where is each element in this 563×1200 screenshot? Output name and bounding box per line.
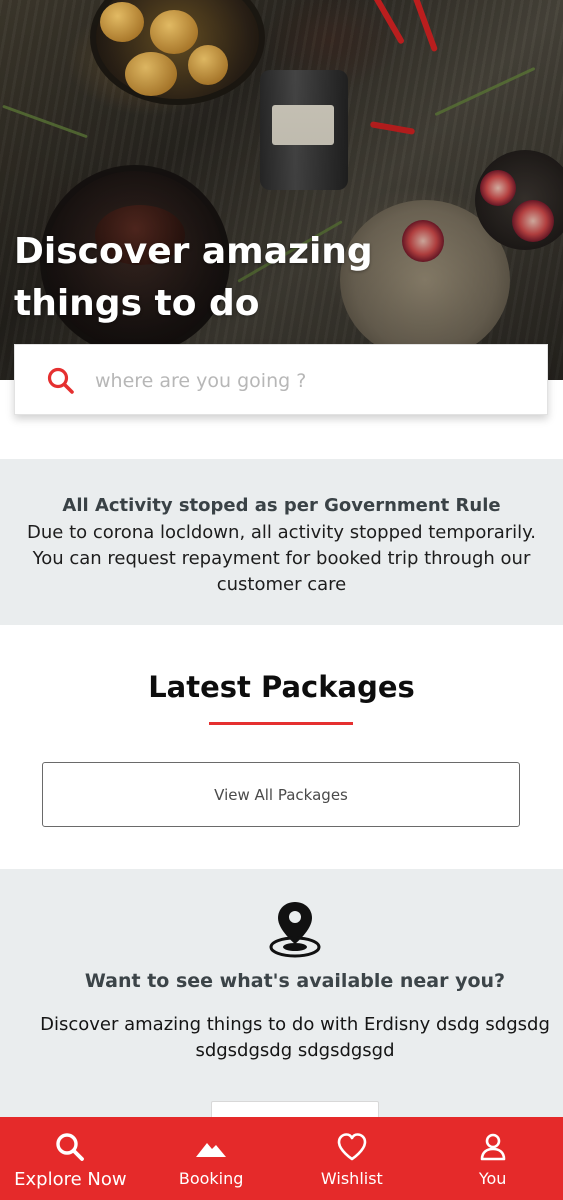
user-icon — [477, 1131, 509, 1163]
latest-packages-title: Latest Packages — [148, 670, 415, 704]
view-all-packages-button[interactable]: View All Packages — [42, 762, 520, 827]
nav-booking[interactable]: Booking — [141, 1117, 282, 1200]
explore-screen: Discover amazing things to do All Activi… — [0, 0, 563, 1200]
title-underline — [209, 722, 353, 725]
notice-title: All Activity stoped as per Government Ru… — [62, 495, 501, 516]
nav-explore-now[interactable]: Explore Now — [0, 1117, 141, 1200]
nav-you[interactable]: You — [422, 1117, 563, 1200]
nav-label: Explore Now — [14, 1169, 127, 1190]
search-icon — [54, 1131, 86, 1163]
nav-label: You — [478, 1169, 507, 1188]
search-icon — [47, 367, 74, 394]
nav-wishlist[interactable]: Wishlist — [282, 1117, 423, 1200]
near-you-title: Want to see what's available near you? — [84, 970, 506, 992]
nav-label: Booking — [178, 1169, 244, 1188]
hero-banner: Discover amazing things to do — [0, 0, 563, 380]
notice-body: Due to corona locldown, all activity sto… — [27, 522, 536, 595]
bottom-navigation: Explore Now Booking Wishlist You — [0, 1117, 563, 1200]
near-you-description: Discover amazing things to do with Erdis… — [40, 1014, 550, 1061]
location-pin-icon — [269, 902, 321, 958]
search-input[interactable] — [93, 359, 523, 403]
search-bar[interactable] — [14, 344, 548, 415]
notice-banner: All Activity stoped as per Government Ru… — [0, 459, 563, 625]
mountain-icon — [195, 1131, 227, 1163]
heart-icon — [336, 1131, 368, 1163]
hero-title: Discover amazing things to do — [14, 231, 373, 324]
nav-label: Wishlist — [320, 1169, 383, 1188]
